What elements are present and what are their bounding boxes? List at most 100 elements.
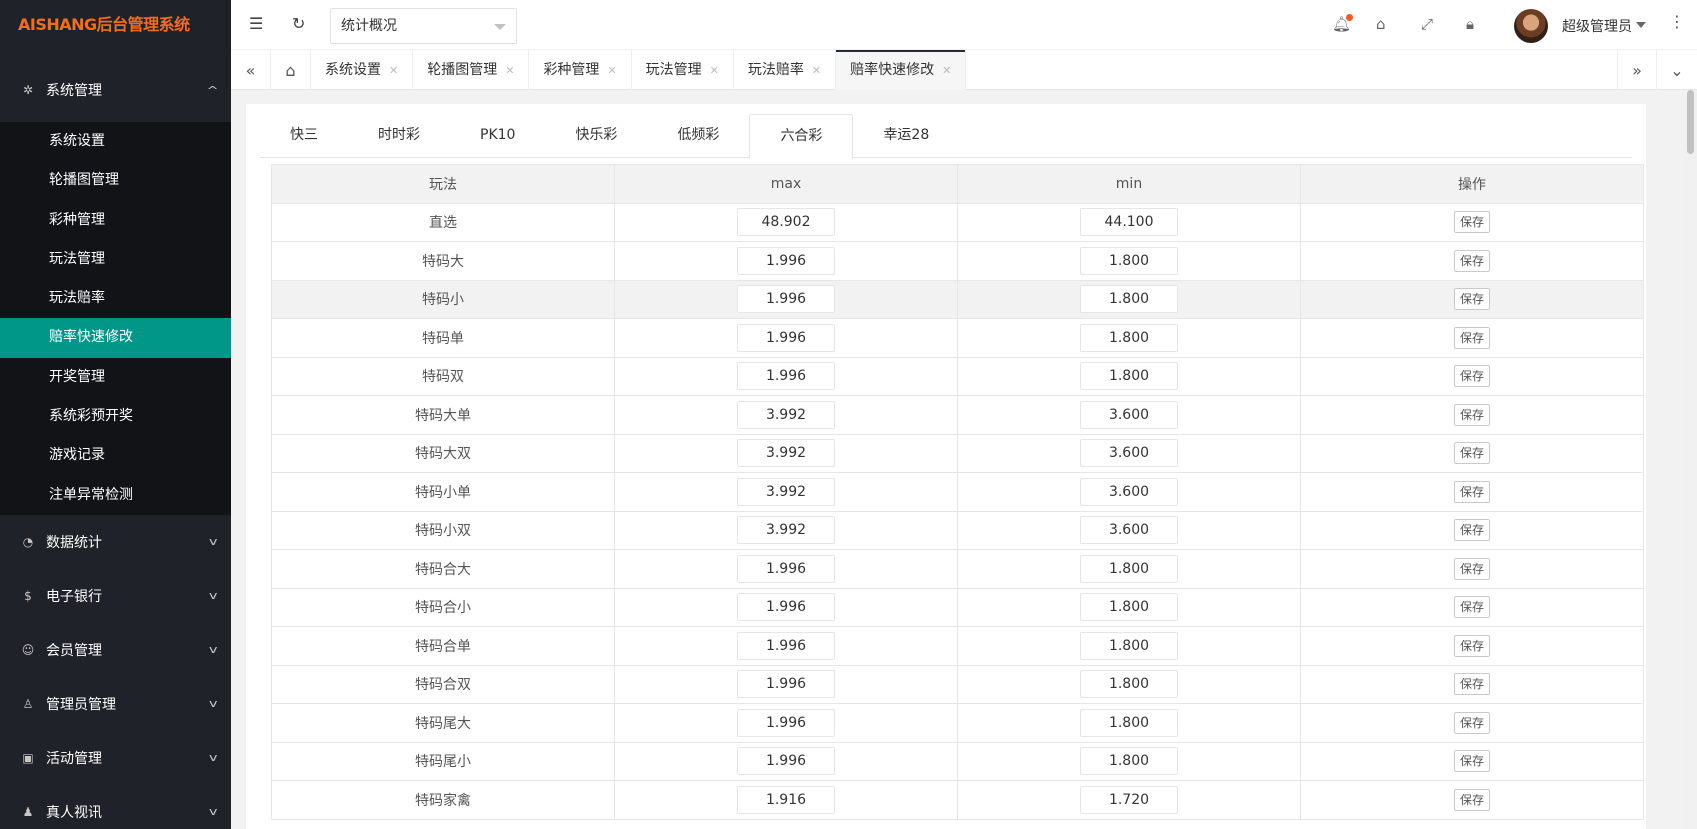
lottery-tab[interactable]: 幸运28 [853, 114, 959, 158]
tabs-next-icon[interactable]: » [1617, 50, 1657, 90]
max-input[interactable] [737, 631, 835, 660]
min-input[interactable] [1080, 362, 1178, 391]
lottery-tab[interactable]: 快三 [260, 114, 348, 158]
sidebar-item[interactable]: 系统彩预开奖 [0, 397, 231, 436]
min-input[interactable] [1080, 747, 1178, 776]
sidebar-group-0[interactable]: ✲ 系统管理 ^ [0, 58, 231, 122]
more-icon[interactable]: ⋮ [1669, 12, 1685, 31]
max-input[interactable] [737, 516, 835, 545]
sidebar-item[interactable]: 系统设置 [0, 122, 231, 161]
sidebar-item[interactable]: 注单异常检测 [0, 476, 231, 515]
max-input[interactable] [737, 323, 835, 352]
save-button[interactable]: 保存 [1453, 673, 1490, 696]
tab-item[interactable]: 彩种管理 ✕ [529, 50, 632, 90]
save-button[interactable]: 保存 [1453, 326, 1490, 349]
save-button[interactable]: 保存 [1453, 403, 1490, 426]
lottery-tab[interactable]: PK10 [450, 114, 545, 158]
min-input[interactable] [1080, 477, 1178, 506]
save-button[interactable]: 保存 [1453, 365, 1490, 388]
max-input[interactable] [737, 208, 835, 237]
min-input[interactable] [1080, 708, 1178, 737]
save-button[interactable]: 保存 [1453, 288, 1490, 311]
max-input[interactable] [737, 593, 835, 622]
max-input[interactable] [737, 439, 835, 468]
min-input[interactable] [1080, 593, 1178, 622]
sidebar-group-6[interactable]: ♟ 真人视讯 v [0, 785, 231, 829]
min-input[interactable] [1080, 670, 1178, 699]
max-input[interactable] [737, 708, 835, 737]
lottery-tab[interactable]: 时时彩 [348, 114, 450, 158]
save-button[interactable]: 保存 [1453, 211, 1490, 234]
close-icon[interactable]: ✕ [942, 64, 951, 77]
home-tab-icon[interactable]: ⌂ [271, 50, 311, 90]
save-button[interactable]: 保存 [1453, 634, 1490, 657]
lock-icon[interactable]: 🔒︎ [1466, 15, 1474, 33]
save-button[interactable]: 保存 [1453, 711, 1490, 734]
tab-item[interactable]: 系统设置 ✕ [311, 50, 414, 90]
sidebar-item[interactable]: 游戏记录 [0, 436, 231, 475]
lottery-tab[interactable]: 低频彩 [647, 114, 749, 158]
app-logo[interactable]: AISHANG后台管理系统 [0, 0, 231, 50]
sidebar-item[interactable]: 赔率快速修改 [0, 318, 231, 358]
tabs-menu-chevron-icon[interactable]: ⌄ [1657, 50, 1697, 90]
sidebar-group-2[interactable]: $ 电子银行 v [0, 569, 231, 623]
max-input[interactable] [737, 785, 835, 814]
sidebar-item[interactable]: 彩种管理 [0, 201, 231, 240]
min-input[interactable] [1080, 323, 1178, 352]
max-input[interactable] [737, 554, 835, 583]
avatar[interactable] [1514, 9, 1548, 43]
max-input[interactable] [737, 400, 835, 429]
user-caret-icon[interactable] [1636, 22, 1646, 28]
sidebar-item[interactable]: 轮播图管理 [0, 161, 231, 200]
max-input[interactable] [737, 285, 835, 314]
min-input[interactable] [1080, 785, 1178, 814]
max-input[interactable] [737, 246, 835, 275]
tag-icon[interactable]: ⌂ [1376, 15, 1386, 33]
save-button[interactable]: 保存 [1453, 519, 1490, 542]
scrollbar-thumb[interactable] [1687, 90, 1694, 154]
min-input[interactable] [1080, 400, 1178, 429]
lottery-tab[interactable]: 快乐彩 [545, 114, 647, 158]
tab-item[interactable]: 玩法管理 ✕ [632, 50, 734, 90]
sidebar-item[interactable]: 玩法赔率 [0, 279, 231, 318]
min-input[interactable] [1080, 516, 1178, 545]
sidebar-item[interactable]: 玩法管理 [0, 240, 231, 279]
max-input[interactable] [737, 670, 835, 699]
close-icon[interactable]: ✕ [389, 64, 398, 77]
max-input[interactable] [737, 477, 835, 506]
tab-item[interactable]: 赔率快速修改 ✕ [836, 50, 967, 90]
sidebar-group-3[interactable]: ☺ 会员管理 v [0, 623, 231, 677]
save-button[interactable]: 保存 [1453, 557, 1490, 580]
save-button[interactable]: 保存 [1453, 442, 1490, 465]
username[interactable]: 超级管理员 [1562, 16, 1632, 36]
sidebar-group-5[interactable]: ▣ 活动管理 v [0, 731, 231, 785]
tabs-prev-icon[interactable]: « [231, 50, 271, 90]
stats-select[interactable]: 统计概况 [330, 8, 517, 44]
sidebar-group-4[interactable]: ♙ 管理员管理 v [0, 677, 231, 731]
page-scrollbar[interactable] [1684, 90, 1697, 829]
sidebar-item[interactable]: 开奖管理 [0, 358, 231, 397]
close-icon[interactable]: ✕ [812, 64, 821, 77]
close-icon[interactable]: ✕ [607, 64, 616, 77]
save-button[interactable]: 保存 [1453, 788, 1490, 811]
min-input[interactable] [1080, 439, 1178, 468]
fullscreen-icon[interactable]: ⤢ [1421, 15, 1433, 33]
max-input[interactable] [737, 362, 835, 391]
save-button[interactable]: 保存 [1453, 249, 1490, 272]
max-input[interactable] [737, 747, 835, 776]
save-button[interactable]: 保存 [1453, 480, 1490, 503]
lottery-tab[interactable]: 六合彩 [749, 114, 854, 159]
close-icon[interactable]: ✕ [710, 64, 719, 77]
close-icon[interactable]: ✕ [505, 64, 514, 77]
min-input[interactable] [1080, 631, 1178, 660]
save-button[interactable]: 保存 [1453, 750, 1490, 773]
refresh-icon[interactable]: ↻ [292, 14, 305, 33]
min-input[interactable] [1080, 554, 1178, 583]
sidebar-group-1[interactable]: ◔ 数据统计 v [0, 515, 231, 569]
min-input[interactable] [1080, 285, 1178, 314]
save-button[interactable]: 保存 [1453, 596, 1490, 619]
min-input[interactable] [1080, 246, 1178, 275]
tab-item[interactable]: 轮播图管理 ✕ [413, 50, 530, 90]
tab-item[interactable]: 玩法赔率 ✕ [734, 50, 837, 90]
menu-collapse-icon[interactable]: ☰ [249, 14, 263, 33]
